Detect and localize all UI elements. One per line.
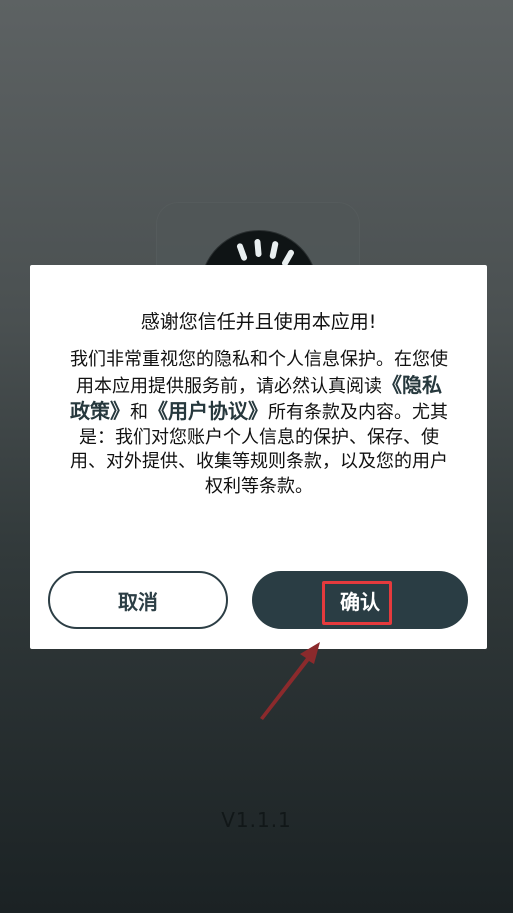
version-label: V1.1.1 bbox=[221, 808, 292, 832]
and-text: 和 bbox=[130, 402, 148, 423]
dialog-title: 感谢您信任并且使用本应用! bbox=[140, 311, 377, 333]
arrow-icon bbox=[260, 642, 320, 720]
confirm-button[interactable]: 确认 bbox=[252, 571, 468, 629]
user-agreement-link[interactable]: 《用户协议》 bbox=[148, 399, 268, 423]
privacy-dialog: 感谢您信任并且使用本应用! 我们非常重视您的隐私和个人信息保护。在您使用本应用提… bbox=[30, 265, 487, 649]
logo-ray bbox=[236, 242, 248, 262]
cancel-button[interactable]: 取消 bbox=[48, 571, 228, 629]
dialog-body: 我们非常重视您的隐私和个人信息保护。在您使用本应用提供服务前，请必然认真阅读《隐… bbox=[70, 348, 448, 499]
logo-ray bbox=[269, 240, 279, 260]
logo-ray bbox=[254, 238, 262, 258]
